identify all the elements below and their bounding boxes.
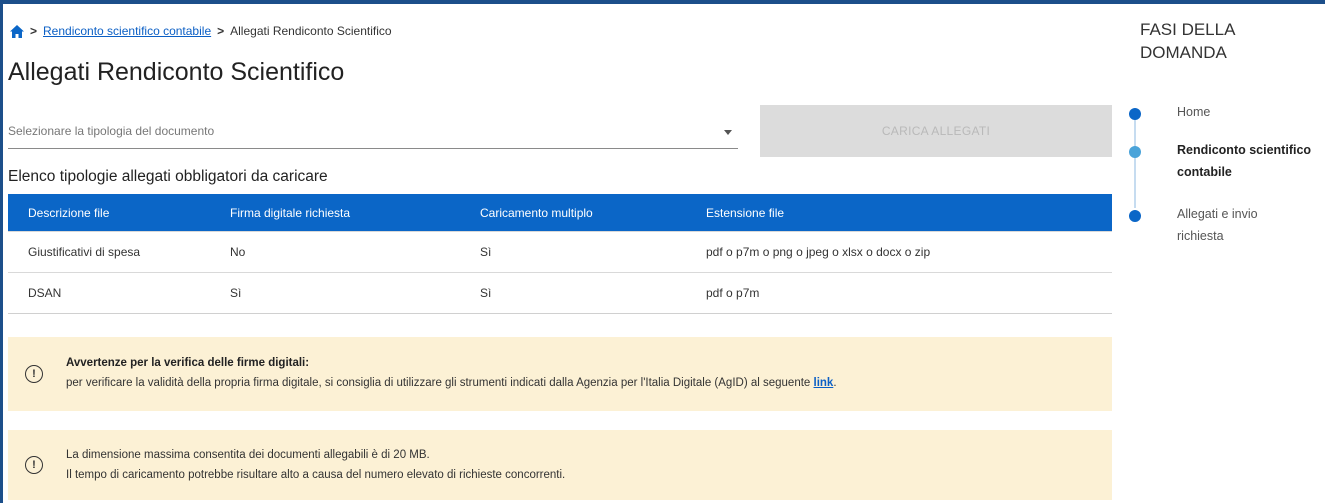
alert-body: per verificare la validità della propria… <box>66 377 814 389</box>
column-header: Estensione file <box>706 205 785 220</box>
attachments-table: Descrizione file Firma digitale richiest… <box>8 194 1112 314</box>
column-header: Caricamento multiplo <box>480 205 593 220</box>
breadcrumb-separator: > <box>30 24 38 38</box>
alert-title: Avvertenze per la verifica delle firme d… <box>66 357 310 369</box>
required-attachments-title: Elenco tipologie allegati obbligatori da… <box>8 168 328 185</box>
step-label: Rendiconto scientifico <box>1177 143 1312 157</box>
exclamation-circle-icon: ! <box>25 365 43 383</box>
steps-connector-line <box>1134 114 1136 208</box>
breadcrumb: > Rendiconto scientifico contabile > All… <box>10 24 392 38</box>
table-cell: No <box>230 245 246 259</box>
table-header: Descrizione file Firma digitale richiest… <box>8 194 1112 231</box>
table-cell: Sì <box>480 245 492 259</box>
alert-line: Il tempo di caricamento potrebbe risulta… <box>66 469 566 481</box>
column-header: Firma digitale richiesta <box>230 205 351 220</box>
step-active-dot <box>1129 146 1141 158</box>
step-label: richiesta <box>1177 229 1224 243</box>
table-cell: pdf o p7m o png o jpeg o xlsx o docx o z… <box>706 245 931 259</box>
table-cell: Sì <box>480 286 492 300</box>
table-cell: pdf o p7m <box>706 286 760 300</box>
alert-suffix: . <box>833 377 837 389</box>
step-label: Home <box>1177 105 1211 119</box>
exclamation-circle-icon: ! <box>25 456 43 474</box>
digital-signature-warning: ! Avvertenze per la verifica delle firme… <box>8 337 1112 411</box>
column-header: Descrizione file <box>28 205 110 220</box>
table-cell: DSAN <box>28 286 62 300</box>
step-label: Allegati e invio <box>1177 207 1258 221</box>
application-steps-sidebar: FASI DELLA DOMANDA Home Rendiconto scien… <box>1124 0 1325 503</box>
select-placeholder: Selezionare la tipologia del documento <box>8 124 215 138</box>
table-row: Giustificativi di spesa No Sì pdf o p7m … <box>8 231 1112 272</box>
step-todo-dot <box>1129 210 1141 222</box>
window-left-border <box>0 0 3 503</box>
breadcrumb-separator: > <box>217 24 225 38</box>
breadcrumb-current: Allegati Rendiconto Scientifico <box>230 24 392 38</box>
home-icon[interactable] <box>10 24 24 38</box>
step-done-dot <box>1129 108 1141 120</box>
agid-link[interactable]: link <box>814 377 834 389</box>
upload-attachments-button[interactable]: CARICA ALLEGATI <box>760 105 1112 157</box>
step-label: contabile <box>1177 165 1232 179</box>
alert-text: Avvertenze per la verifica delle firme d… <box>66 353 837 393</box>
breadcrumb-link-rendiconto[interactable]: Rendiconto scientifico contabile <box>43 24 211 38</box>
table-cell: Giustificativi di spesa <box>28 245 141 259</box>
table-row: DSAN Sì Sì pdf o p7m <box>8 272 1112 313</box>
sidebar-title: FASI DELLA DOMANDA <box>1140 20 1235 62</box>
alert-line: La dimensione massima consentita dei doc… <box>66 449 430 461</box>
document-type-select[interactable]: Selezionare la tipologia del documento <box>8 118 738 149</box>
table-cell: Sì <box>230 286 242 300</box>
chevron-down-icon <box>724 130 732 135</box>
page-title: Allegati Rendiconto Scientifico <box>8 58 345 86</box>
file-size-info: ! La dimensione massima consentita dei d… <box>8 430 1112 500</box>
alert-text: La dimensione massima consentita dei doc… <box>66 445 565 485</box>
